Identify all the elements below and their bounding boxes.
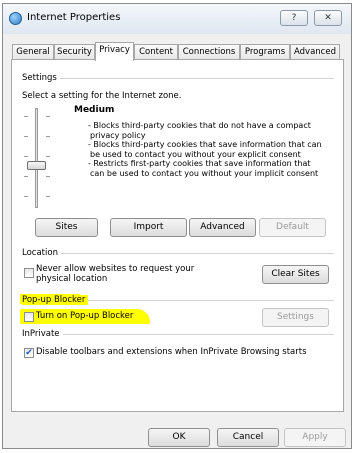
never-allow-location-checkbox[interactable] xyxy=(24,268,34,278)
help-button[interactable]: ? xyxy=(280,10,308,26)
tab-connections[interactable]: Connections xyxy=(178,44,240,60)
globe-icon xyxy=(9,12,22,25)
close-button[interactable]: ✕ xyxy=(314,10,342,26)
settings-heading: Settings xyxy=(22,73,60,83)
slider-tick xyxy=(24,156,28,157)
privacy-description: - Blocks third-party cookies that do not… xyxy=(80,121,338,178)
tab-general[interactable]: General xyxy=(12,44,54,60)
window-title: Internet Properties xyxy=(27,12,121,23)
slider-tick xyxy=(24,116,28,117)
inprivate-heading: InPrivate xyxy=(22,329,63,339)
slider-tick xyxy=(46,196,50,197)
inprivate-disable-toolbars-label[interactable]: Disable toolbars and extensions when InP… xyxy=(36,347,307,357)
slider-tick xyxy=(24,176,28,177)
slider-tick xyxy=(46,176,50,177)
location-heading: Location xyxy=(22,248,61,258)
popup-settings-button[interactable]: Settings xyxy=(262,308,329,327)
tab-privacy[interactable]: Privacy xyxy=(95,42,134,61)
privacy-level-slider[interactable] xyxy=(22,106,52,208)
slider-thumb[interactable] xyxy=(27,161,46,170)
tab-content[interactable]: Content xyxy=(134,44,178,60)
tab-security[interactable]: Security xyxy=(54,44,95,60)
description-line: privacy policy xyxy=(90,130,146,140)
default-button[interactable]: Default xyxy=(259,218,326,237)
clear-sites-button[interactable]: Clear Sites xyxy=(262,265,329,284)
location-separator xyxy=(22,253,334,254)
description-line: - Blocks third-party cookies that do not… xyxy=(88,121,311,130)
privacy-level: Medium xyxy=(74,105,115,115)
inprivate-disable-toolbars-checkbox[interactable]: ✔ xyxy=(24,348,34,358)
privacy-panel: Settings Select a setting for the Intern… xyxy=(11,59,344,412)
advanced-button[interactable]: Advanced xyxy=(189,218,256,237)
settings-separator xyxy=(22,78,334,79)
sites-button[interactable]: Sites xyxy=(35,218,98,237)
description-line: can be used to contact you without your … xyxy=(90,168,319,178)
slider-tick xyxy=(46,136,50,137)
never-allow-location-label[interactable]: Never allow websites to request your phy… xyxy=(36,264,194,284)
slider-tick xyxy=(24,196,28,197)
location-label-line: physical location xyxy=(36,273,108,284)
popup-blocker-checkbox[interactable] xyxy=(24,312,34,322)
description-line: be used to contact you without your expl… xyxy=(90,149,301,159)
popup-blocker-label[interactable]: Turn on Pop-up Blocker xyxy=(36,311,133,321)
ok-button[interactable]: OK xyxy=(148,428,210,447)
tab-advanced[interactable]: Advanced xyxy=(290,44,340,60)
tab-programs[interactable]: Programs xyxy=(240,44,290,60)
popup-heading: Pop-up Blocker xyxy=(22,295,89,305)
slider-tick xyxy=(24,136,28,137)
slider-track xyxy=(35,108,38,208)
cancel-button[interactable]: Cancel xyxy=(217,428,279,447)
import-button[interactable]: Import xyxy=(110,218,187,237)
slider-tick xyxy=(46,156,50,157)
inprivate-separator xyxy=(22,334,334,335)
internet-properties-dialog: Internet Properties ? ✕ General Security… xyxy=(2,3,352,449)
slider-tick xyxy=(46,116,50,117)
title-bar[interactable]: Internet Properties ? ✕ xyxy=(3,4,351,34)
apply-button[interactable]: Apply xyxy=(284,428,346,447)
settings-instruction: Select a setting for the Internet zone. xyxy=(22,91,182,101)
description-line: - Restricts first-party cookies that sav… xyxy=(88,159,311,168)
description-line: - Blocks third-party cookies that save i… xyxy=(88,140,322,149)
